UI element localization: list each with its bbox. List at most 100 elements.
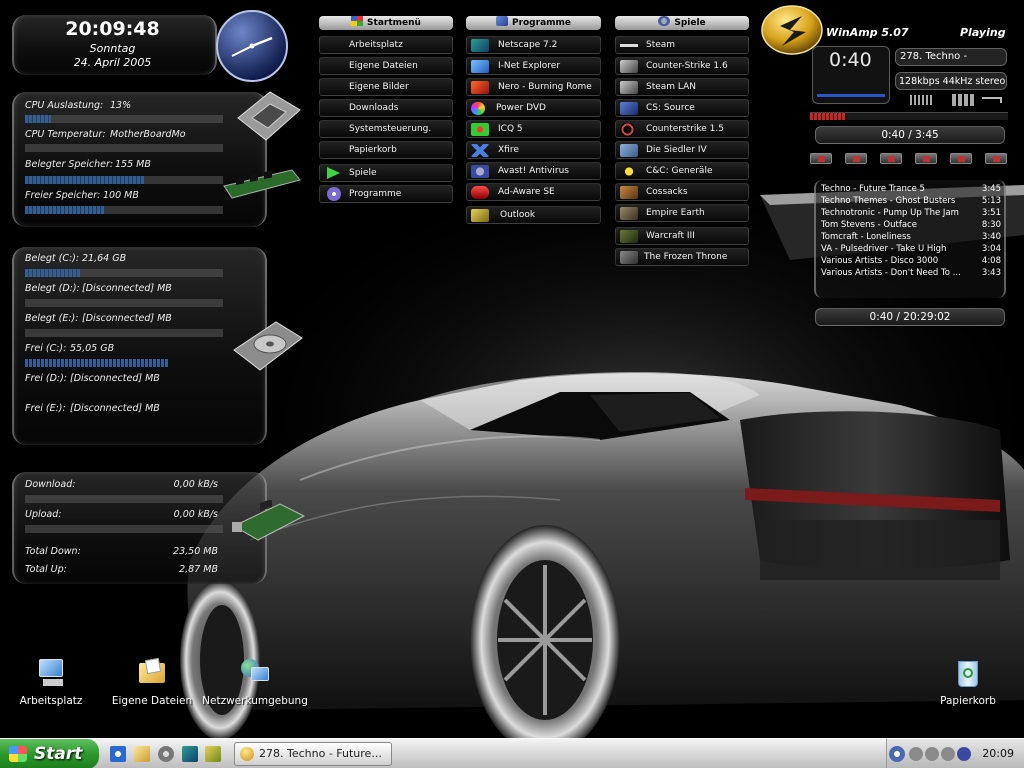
steam-icon (620, 39, 638, 52)
hard-disk-icon (233, 321, 303, 371)
games-item-warcraft3[interactable]: Warcraft III (615, 227, 749, 245)
games-header[interactable]: Spiele (615, 16, 749, 30)
games-item-frozen-throne[interactable]: The Frozen Throne (615, 248, 749, 266)
playlist-row-title: Various Artists - Disco 3000 (821, 256, 939, 266)
games-item-generals[interactable]: C&C: Generäle (615, 162, 749, 180)
startmenu-item-downloads[interactable]: Downloads (319, 99, 453, 117)
startmenu-item-label: Systemsteuerung. (349, 124, 432, 134)
playlist-row[interactable]: Techno - Future Trance 5 3:45 (821, 184, 1001, 196)
programs-item-powerdvd[interactable]: Power DVD (466, 99, 601, 117)
programs-item-outlook[interactable]: Outlook (466, 206, 601, 224)
winamp-eq-icon[interactable] (910, 95, 932, 105)
programs-item-avast[interactable]: Avast! Antivirus (466, 162, 601, 180)
tray-clock[interactable]: 20:09 (982, 739, 1014, 768)
total-down-label: Total Down: (25, 546, 81, 557)
programs-item-nero[interactable]: Nero - Burning Rome (466, 78, 601, 96)
winamp-stop-button[interactable] (950, 153, 972, 164)
games-item-steam-lan[interactable]: Steam LAN (615, 78, 749, 96)
winamp-time-display[interactable]: 0:40 (812, 46, 890, 104)
playlist-row[interactable]: VA - Pulsedriver - Take U High 3:04 (821, 244, 1001, 256)
free-c-bar (25, 359, 223, 367)
programs-item-label: ICQ 5 (498, 124, 523, 134)
programs-item-ie[interactable]: I-Net Explorer (466, 57, 601, 75)
desktop-icon-label: Papierkorb (940, 695, 996, 707)
winamp-bitrate: 128kbps 44kHz stereo (899, 76, 1006, 87)
games-item-label: Empire Earth (646, 208, 705, 218)
programs-header[interactable]: Programme (466, 16, 601, 30)
cpu-load-bar (25, 115, 223, 123)
winamp-prev-button[interactable] (810, 153, 832, 164)
previous-icon (818, 156, 825, 162)
startmenu-item-papierkorb[interactable]: Papierkorb (319, 141, 453, 159)
playlist-row[interactable]: Techno Themes - Ghost Busters 5:13 (821, 196, 1001, 208)
games-item-label: The Frozen Throne (644, 252, 728, 262)
games-item-cs-source[interactable]: CS: Source (615, 99, 749, 117)
quicklaunch-netscape-icon[interactable] (182, 746, 198, 762)
games-item-cossacks[interactable]: Cossacks (615, 183, 749, 201)
startmenu-item-eigene-bilder[interactable]: Eigene Bilder (319, 78, 453, 96)
desktop-icon-arbeitsplatz[interactable]: Arbeitsplatz (0, 657, 106, 707)
tray-expand-icon[interactable] (889, 746, 905, 762)
winamp-next-button[interactable] (915, 153, 937, 164)
desktop-icon-papierkorb[interactable]: Papierkorb (913, 657, 1023, 707)
games-item-steam[interactable]: Steam (615, 36, 749, 54)
playlist-row[interactable]: Tom Stevens - Outface 8:30 (821, 220, 1001, 232)
netscape-icon (471, 39, 489, 52)
taskbar-winamp-button[interactable]: 278. Techno - Future... (234, 742, 392, 766)
winamp-track-display[interactable]: 278. Techno - (895, 48, 1007, 66)
winamp-shuffle-icon[interactable] (982, 97, 1002, 103)
games-item-cs16[interactable]: Counter-Strike 1.6 (615, 57, 749, 75)
playlist-row[interactable]: Various Artists - Don't Need To ... 3:43 (821, 268, 1001, 280)
network-card-icon (232, 500, 306, 541)
playlist-row[interactable]: Technotronic - Pump Up The Jam 3:51 (821, 208, 1001, 220)
used-d-bar (25, 299, 223, 307)
desktop-icon-label: Arbeitsplatz (19, 695, 83, 707)
winamp-title: WinAmp 5.07 (826, 26, 909, 39)
half-life-icon (620, 123, 635, 136)
stop-icon (958, 156, 965, 162)
playlist-row-duration: 3:40 (981, 232, 1001, 242)
tray-avast-icon[interactable] (957, 747, 971, 761)
powerdvd-icon (471, 102, 485, 115)
startmenu-item-eigene-dateien[interactable]: Eigene Dateien (319, 57, 453, 75)
programs-item-icq[interactable]: ICQ 5 (466, 120, 601, 138)
playlist-row[interactable]: Various Artists - Disco 3000 4:08 (821, 256, 1001, 268)
startmenu-item-spiele[interactable]: Spiele (319, 164, 453, 182)
generals-star-icon (620, 165, 638, 178)
winamp-play-button[interactable] (845, 153, 867, 164)
games-item-siedler[interactable]: Die Siedler IV (615, 141, 749, 159)
tray-network-icon[interactable] (925, 747, 939, 761)
free-d-label: Frei (D:): (25, 373, 68, 384)
games-item-empire-earth[interactable]: Empire Earth (615, 204, 749, 222)
quicklaunch-outlook-icon[interactable] (205, 746, 221, 762)
games-item-label: Die Siedler IV (646, 145, 707, 155)
download-bar (25, 495, 223, 503)
startmenu-header[interactable]: Startmenü (319, 16, 453, 30)
used-c-value: 21,64 GB (82, 253, 127, 264)
desktop-icon-eigene-dateien[interactable]: Eigene Dateien (97, 657, 207, 707)
tray-steam-icon[interactable] (941, 747, 955, 761)
playlist-row[interactable]: Tomcraft - Loneliness 3:40 (821, 232, 1001, 244)
winamp-pause-button[interactable] (880, 153, 902, 164)
startmenu-item-programme[interactable]: Programme (319, 185, 453, 203)
windows-logo-icon (9, 746, 27, 762)
games-item-cs15[interactable]: Counterstrike 1.5 (615, 120, 749, 138)
programs-item-xfire[interactable]: Xfire (466, 141, 601, 159)
quicklaunch-settings-icon[interactable] (158, 746, 174, 762)
startmenu-item-systemsteuerung[interactable]: Systemsteuerung. (319, 120, 453, 138)
programs-item-label: Outlook (500, 210, 536, 220)
quicklaunch-ie-icon[interactable] (110, 746, 126, 762)
tray-sound-icon[interactable] (909, 747, 923, 761)
startmenu-item-arbeitsplatz[interactable]: Arbeitsplatz (319, 36, 453, 54)
desktop-icon-netzwerkumgebung[interactable]: Netzwerkumgebung (200, 657, 310, 707)
quicklaunch-files-icon[interactable] (134, 746, 150, 762)
clock-date: 24. April 2005 (73, 56, 152, 69)
start-button[interactable]: Start (0, 739, 99, 768)
adaware-car-icon (471, 186, 489, 199)
playlist-row-title: Tomcraft - Loneliness (821, 232, 911, 242)
winamp-eject-button[interactable] (985, 153, 1007, 164)
clock-time: 20:09:48 (65, 18, 160, 40)
programs-item-netscape[interactable]: Netscape 7.2 (466, 36, 601, 54)
winamp-seek-bar[interactable] (810, 112, 1008, 120)
programs-item-adaware[interactable]: Ad-Aware SE (466, 183, 601, 201)
